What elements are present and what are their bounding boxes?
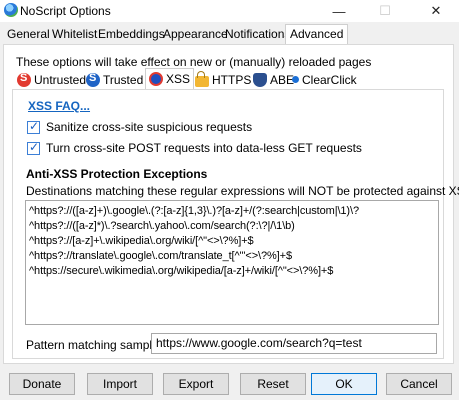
post-to-get-option[interactable]: Turn cross-site POST requests into data-… bbox=[27, 140, 362, 155]
window-title: NoScript Options bbox=[20, 4, 111, 18]
abe-icon bbox=[253, 72, 267, 87]
untrusted-icon bbox=[17, 72, 31, 87]
title-bar: NoScript Options — ☐ ✕ bbox=[0, 0, 459, 22]
minimize-button[interactable]: — bbox=[316, 0, 362, 22]
exception-line: ^https?://translate\.google\.com/transla… bbox=[29, 250, 292, 262]
trusted-icon bbox=[86, 72, 100, 87]
xss-faq-link[interactable]: XSS FAQ... bbox=[28, 99, 90, 113]
tab-advanced[interactable]: Advanced bbox=[285, 24, 349, 45]
cancel-button[interactable]: Cancel bbox=[386, 373, 452, 395]
subtab-xss[interactable]: XSS bbox=[145, 68, 195, 89]
tab-general[interactable]: General bbox=[7, 27, 50, 41]
tab-notifications[interactable]: Notifications bbox=[225, 27, 290, 41]
subtab-https[interactable]: HTTPS bbox=[192, 70, 254, 89]
subtab-clearclick[interactable]: ClearClick bbox=[289, 70, 360, 89]
tab-appearance[interactable]: Appearance bbox=[163, 27, 228, 41]
donate-button[interactable]: Donate bbox=[9, 373, 75, 395]
sanitize-requests-checkbox[interactable] bbox=[27, 119, 40, 134]
noscript-app-icon bbox=[4, 3, 18, 17]
exceptions-description: Destinations matching these regular expr… bbox=[26, 184, 459, 198]
subtab-untrusted[interactable]: Untrusted bbox=[14, 70, 89, 89]
reset-button[interactable]: Reset bbox=[240, 373, 306, 395]
sanitize-requests-label: Sanitize cross-site suspicious requests bbox=[46, 120, 253, 134]
subtab-https-label: HTTPS bbox=[212, 72, 252, 87]
clearclick-icon bbox=[292, 76, 299, 83]
post-to-get-checkbox[interactable] bbox=[27, 140, 40, 155]
close-button[interactable]: ✕ bbox=[413, 0, 459, 22]
exception-line: ^https://secure\.wikimedia\.org/wikipedi… bbox=[29, 265, 334, 277]
ok-button[interactable]: OK bbox=[311, 373, 377, 395]
export-button[interactable]: Export bbox=[163, 373, 229, 395]
subtab-clearclick-label: ClearClick bbox=[302, 72, 357, 87]
pattern-sample-label: Pattern matching sample: bbox=[26, 338, 163, 352]
subtab-untrusted-label: Untrusted bbox=[34, 72, 87, 87]
exceptions-heading: Anti-XSS Protection Exceptions bbox=[26, 167, 208, 181]
exception-line: ^https?://([a-z]+)\.google\.(?:[a-z]{1,3… bbox=[29, 205, 359, 217]
import-button[interactable]: Import bbox=[87, 373, 153, 395]
subtab-trusted-label: Trusted bbox=[103, 72, 144, 87]
subtab-xss-label: XSS bbox=[166, 72, 191, 86]
reload-notice: These options will take effect on new or… bbox=[16, 55, 372, 69]
exception-line: ^https?://[a-z]+\.wikipedia\.org/wiki/[^… bbox=[29, 235, 254, 247]
exceptions-textarea[interactable]: ^https?://([a-z]+)\.google\.(?:[a-z]{1,3… bbox=[25, 200, 439, 325]
lock-icon bbox=[195, 70, 209, 87]
xss-icon bbox=[149, 72, 163, 86]
exception-line: ^https?://([a-z]*)\.?search\.yahoo\.com/… bbox=[29, 220, 295, 232]
tab-whitelist[interactable]: Whitelist bbox=[52, 27, 97, 41]
subtab-trusted[interactable]: Trusted bbox=[83, 70, 146, 89]
tab-embeddings[interactable]: Embeddings bbox=[98, 27, 165, 41]
maximize-button[interactable]: ☐ bbox=[362, 0, 408, 22]
pattern-sample-input[interactable]: https://www.google.com/search?q=test bbox=[151, 333, 437, 354]
post-to-get-label: Turn cross-site POST requests into data-… bbox=[46, 141, 362, 155]
sanitize-requests-option[interactable]: Sanitize cross-site suspicious requests bbox=[27, 119, 253, 134]
main-tab-strip: General Whitelist Embeddings Appearance … bbox=[0, 24, 459, 45]
